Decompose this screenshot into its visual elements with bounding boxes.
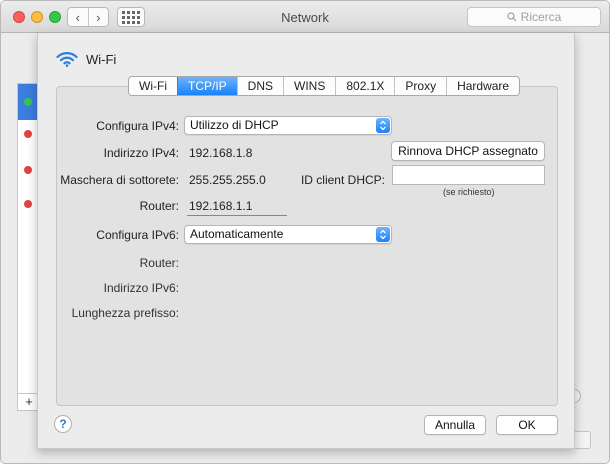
router-highlight-underline (187, 215, 287, 216)
ipv4-address-value: 192.168.1.8 (189, 146, 253, 160)
tab-dns[interactable]: DNS (236, 77, 283, 95)
dhcp-client-id-hint: (se richiesto) (443, 187, 495, 197)
tab-wifi[interactable]: Wi-Fi (129, 77, 177, 95)
configure-ipv6-popup[interactable]: Automaticamente (184, 225, 392, 244)
status-red-icon (24, 166, 32, 174)
search-placeholder: Ricerca (520, 10, 562, 24)
wifi-icon (56, 52, 78, 67)
dhcp-client-id-field[interactable] (392, 165, 545, 185)
tab-8021x[interactable]: 802.1X (335, 77, 394, 95)
help-button[interactable]: ? (54, 415, 72, 433)
network-preferences-window: ‹ › Network Ricerca + Wi-Fi Configura IP… (0, 0, 610, 464)
cancel-button[interactable]: Annulla (424, 415, 486, 435)
ipv6-router-label: Router: (139, 256, 179, 270)
tab-hardware[interactable]: Hardware (446, 77, 519, 95)
chevron-updown-icon (376, 227, 390, 242)
tcpip-panel: Configura IPv4: Utilizzo di DHCP Indiriz… (56, 86, 558, 406)
advanced-settings-sheet: Wi-Fi Configura IPv4: Utilizzo di DHCP I… (37, 33, 575, 449)
tab-tcpip[interactable]: TCP/IP (176, 77, 237, 95)
tab-wins[interactable]: WINS (283, 77, 335, 95)
renew-dhcp-button[interactable]: Rinnova DHCP assegnato (391, 141, 545, 161)
prefix-length-label: Lunghezza prefisso: (71, 306, 179, 320)
subnet-mask-value: 255.255.255.0 (189, 173, 266, 187)
chevron-updown-icon (376, 118, 390, 133)
configure-ipv4-value: Utilizzo di DHCP (190, 118, 279, 132)
search-icon (507, 12, 517, 22)
status-green-icon (24, 98, 32, 106)
status-red-icon (24, 130, 32, 138)
settings-tabs: Wi-Fi TCP/IP DNS WINS 802.1X Proxy Hardw… (128, 76, 521, 96)
configure-ipv6-value: Automaticamente (190, 227, 284, 241)
interface-name: Wi-Fi (86, 51, 117, 67)
status-red-icon (24, 200, 32, 208)
router-value: 192.168.1.1 (189, 199, 253, 213)
dhcp-client-id-label: ID client DHCP: (300, 173, 385, 187)
subnet-mask-label: Maschera di sottorete: (60, 173, 179, 187)
router-label: Router: (139, 199, 179, 213)
ipv6-address-label: Indirizzo IPv6: (103, 281, 179, 295)
ok-button[interactable]: OK (496, 415, 558, 435)
configure-ipv4-label: Configura IPv4: (96, 119, 179, 133)
interface-header: Wi-Fi (56, 51, 116, 67)
titlebar: ‹ › Network Ricerca (1, 1, 609, 33)
ipv4-address-label: Indirizzo IPv4: (103, 146, 179, 160)
configure-ipv4-popup[interactable]: Utilizzo di DHCP (184, 116, 392, 135)
tab-proxy[interactable]: Proxy (394, 77, 446, 95)
configure-ipv6-label: Configura IPv6: (96, 228, 179, 242)
search-field[interactable]: Ricerca (467, 7, 601, 27)
